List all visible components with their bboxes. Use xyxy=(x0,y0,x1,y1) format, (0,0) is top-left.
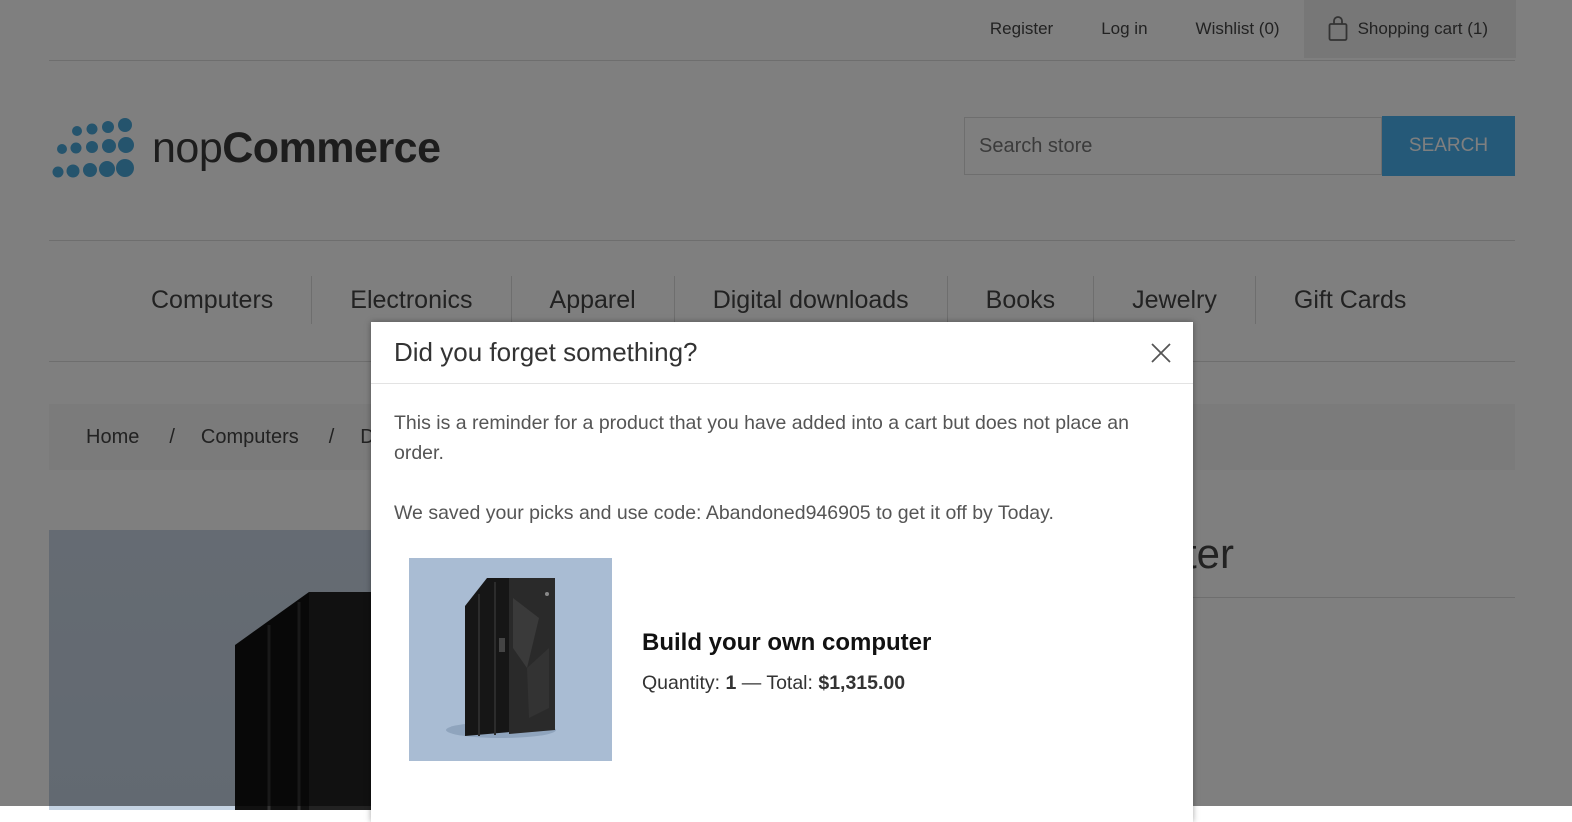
modal-header: Did you forget something? xyxy=(371,322,1193,384)
reminder-modal: Did you forget something? This is a remi… xyxy=(371,322,1193,822)
meta-separator: — xyxy=(741,671,762,694)
total-value: $1,315.00 xyxy=(818,671,906,694)
cart-product: Build your own computer Quantity: 1 — To… xyxy=(394,558,1170,761)
product-meta: Quantity: 1 — Total: $1,315.00 xyxy=(642,668,931,698)
close-icon[interactable] xyxy=(1149,341,1173,365)
product-thumbnail[interactable] xyxy=(409,558,612,761)
computer-tower-thumbnail xyxy=(446,578,556,738)
coupon-message: We saved your picks and use code: Abando… xyxy=(394,502,1054,524)
store-page: Register Log in Wishlist (0) Shopping ca… xyxy=(0,0,1572,822)
quantity-label: Quantity: xyxy=(642,671,721,694)
product-info: Build your own computer Quantity: 1 — To… xyxy=(642,628,931,698)
total-label: Total: xyxy=(766,671,813,694)
modal-title: Did you forget something? xyxy=(394,337,698,367)
quantity-value: 1 xyxy=(725,671,737,694)
reminder-message: This is a reminder for a product that yo… xyxy=(394,412,1129,464)
modal-body: This is a reminder for a product that yo… xyxy=(371,384,1193,761)
product-name[interactable]: Build your own computer xyxy=(642,628,931,658)
